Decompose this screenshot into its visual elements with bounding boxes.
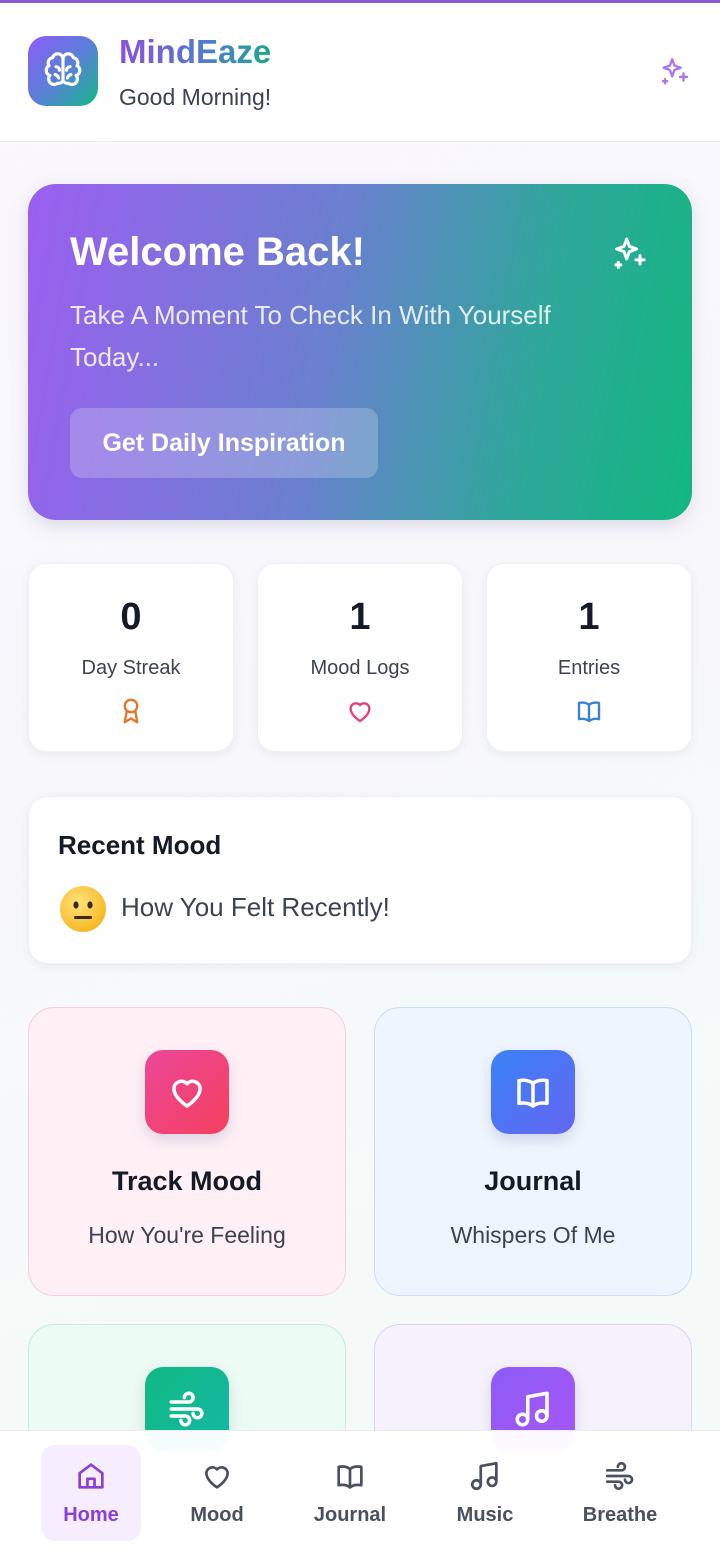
stat-value: 1 xyxy=(578,596,600,638)
nav-item-breathe[interactable]: Breathe xyxy=(570,1445,670,1541)
stat-card-day-streak: 0 Day Streak xyxy=(28,563,234,752)
feature-icon-tile xyxy=(491,1050,575,1134)
nav-label: Journal xyxy=(313,1504,387,1526)
feature-subtitle: Whispers Of Me xyxy=(450,1222,616,1248)
book-icon xyxy=(337,1465,363,1489)
journal-card[interactable]: Journal Whispers Of Me xyxy=(374,1007,692,1296)
stat-label: Day Streak xyxy=(81,657,181,679)
wind-icon xyxy=(169,1391,204,1427)
recent-mood-text: How You Felt Recently! xyxy=(121,892,390,922)
music-icon xyxy=(515,1391,549,1427)
brain-icon xyxy=(44,52,82,87)
book-icon xyxy=(577,701,601,723)
welcome-card: Welcome Back! Take A Moment To Check In … xyxy=(28,184,692,520)
recent-mood-card[interactable]: Recent Mood How You Felt Recently! xyxy=(28,796,692,964)
stat-value: 1 xyxy=(349,596,371,638)
wind-icon xyxy=(605,1461,634,1491)
welcome-message: Take A Moment To Check In With Yourself … xyxy=(70,300,551,372)
daily-inspiration-button[interactable]: Get Daily Inspiration xyxy=(70,408,378,478)
nav-label: Breathe xyxy=(582,1504,658,1526)
award-icon xyxy=(123,698,139,724)
heart-icon xyxy=(205,1465,229,1489)
app-title: MindEaze xyxy=(119,33,272,70)
nav-item-journal[interactable]: Journal xyxy=(300,1445,400,1541)
app-logo[interactable] xyxy=(28,36,98,106)
heart-icon xyxy=(349,702,371,723)
heart-icon xyxy=(172,1079,202,1108)
bottom-navigation: Home Mood Journal Music Breathe xyxy=(0,1430,720,1556)
welcome-title: Welcome Back! xyxy=(70,230,365,274)
music-icon xyxy=(470,1461,498,1491)
feature-title: Journal xyxy=(484,1166,582,1196)
stat-label: Entries xyxy=(557,657,621,679)
feature-title: Track Mood xyxy=(111,1166,263,1196)
neutral-face-emoji xyxy=(60,886,106,932)
nav-item-music[interactable]: Music xyxy=(435,1445,535,1541)
feature-icon-tile xyxy=(145,1050,229,1134)
nav-label: Mood xyxy=(190,1504,244,1526)
recent-mood-title: Recent Mood xyxy=(58,830,222,860)
sparkles-icon[interactable] xyxy=(658,55,692,89)
stat-value: 0 xyxy=(120,596,142,638)
stat-card-entries: 1 Entries xyxy=(486,563,692,752)
home-icon xyxy=(78,1463,104,1489)
nav-label: Music xyxy=(456,1504,514,1526)
nav-item-home[interactable]: Home xyxy=(41,1445,141,1541)
greeting-text: Good Morning! xyxy=(119,84,272,110)
stat-card-mood-logs: 1 Mood Logs xyxy=(257,563,463,752)
book-icon xyxy=(517,1078,549,1108)
sparkles-icon xyxy=(614,237,646,269)
feature-subtitle: How You're Feeling xyxy=(88,1222,286,1248)
stat-label: Mood Logs xyxy=(310,657,410,679)
nav-label: Home xyxy=(63,1504,119,1526)
track-mood-card[interactable]: Track Mood How You're Feeling xyxy=(28,1007,346,1296)
app-header: MindEaze Good Morning! xyxy=(0,3,720,142)
nav-item-mood[interactable]: Mood xyxy=(167,1445,267,1541)
